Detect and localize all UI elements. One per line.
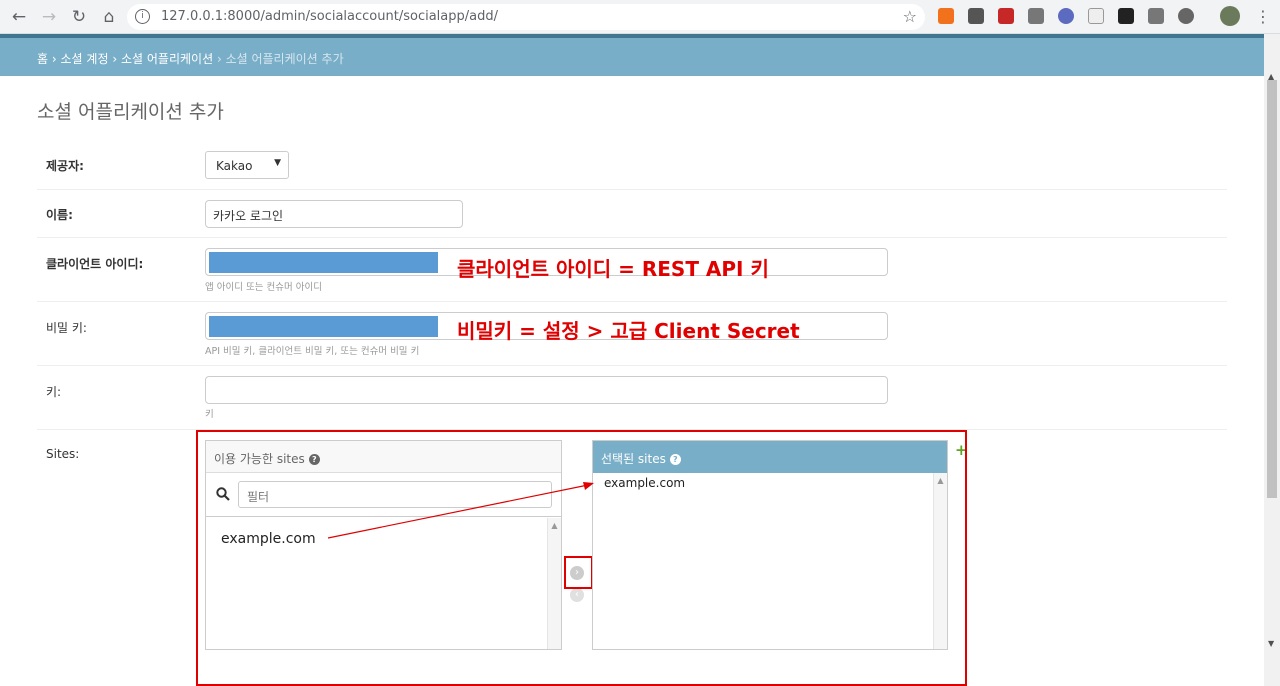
extension-icon[interactable] [1028,8,1044,24]
secret-help: API 비밀 키, 클라이언트 비밀 키, 또는 컨슈머 비밀 키 [205,346,420,357]
scroll-down-icon[interactable]: ▼ [1268,639,1274,648]
breadcrumb-home[interactable]: 홈 [37,52,48,66]
home-icon[interactable]: ⌂ [98,6,120,28]
info-icon[interactable]: i [135,9,150,24]
client-id-annotation: 클라이언트 아이디 = REST API 키 [457,257,769,281]
provider-value: Kakao [216,159,253,173]
menu-icon[interactable]: ⋮ [1252,6,1274,28]
pdf-extension-icon[interactable] [998,8,1014,24]
scroll-thumb[interactable] [1267,80,1277,498]
key-input[interactable] [205,376,888,404]
breadcrumb-app[interactable]: 소셜 계정 [61,52,109,66]
key-help: 키 [205,409,214,420]
highlight-box [196,430,967,686]
redacted-value [209,252,438,273]
reload-icon[interactable]: ↻ [68,6,90,28]
breadcrumb-current: 소셜 어플리케이션 추가 [225,52,344,66]
avatar[interactable] [1220,6,1240,26]
client-id-help: 앱 아이디 또는 컨슈머 아이디 [205,282,322,293]
provider-label: 제공자: [46,159,84,173]
browser-toolbar: ← → ↻ ⌂ i 127.0.0.1:8000/admin/socialacc… [0,0,1280,34]
breadcrumb-model[interactable]: 소셜 어플리케이션 [121,52,213,66]
key-label: 키: [46,385,62,399]
extension-icon[interactable] [968,8,984,24]
page-title: 소셜 어플리케이션 추가 [37,101,224,123]
sites-label: Sites: [46,447,80,461]
address-bar[interactable]: i 127.0.0.1:8000/admin/socialaccount/soc… [127,4,925,30]
extension-icon[interactable] [1148,8,1164,24]
breadcrumb: 홈 › 소셜 계정 › 소셜 어플리케이션 › 소셜 어플리케이션 추가 [0,38,1264,76]
provider-select[interactable]: Kakao ▼ [205,151,289,179]
forward-icon[interactable]: → [38,6,60,28]
url-text: 127.0.0.1:8000/admin/socialaccount/socia… [161,9,498,24]
name-label: 이름: [46,208,73,222]
breadcrumb-separator: › [216,52,222,66]
settings-gear-icon[interactable] [1178,8,1194,24]
extension-icon[interactable] [938,8,954,24]
breadcrumb-separator: › [112,52,118,66]
bookmark-star-icon[interactable]: ☆ [903,7,917,26]
client-id-label: 클라이언트 아이디: [46,257,144,271]
chevron-down-icon: ▼ [274,158,281,168]
secret-label: 비밀 키: [46,321,87,335]
extension-icon[interactable] [1118,8,1134,24]
breadcrumb-separator: › [51,52,57,66]
name-input[interactable]: 카카오 로그인 [205,200,463,228]
secret-annotation: 비밀키 = 설정 > 고급 Client Secret [457,319,800,343]
redacted-value [209,316,438,337]
back-icon[interactable]: ← [8,6,30,28]
extension-icon[interactable] [1058,8,1074,24]
extension-icon[interactable] [1088,8,1104,24]
page-scrollbar[interactable]: ▲ ▼ [1264,34,1280,686]
name-value: 카카오 로그인 [213,209,284,223]
